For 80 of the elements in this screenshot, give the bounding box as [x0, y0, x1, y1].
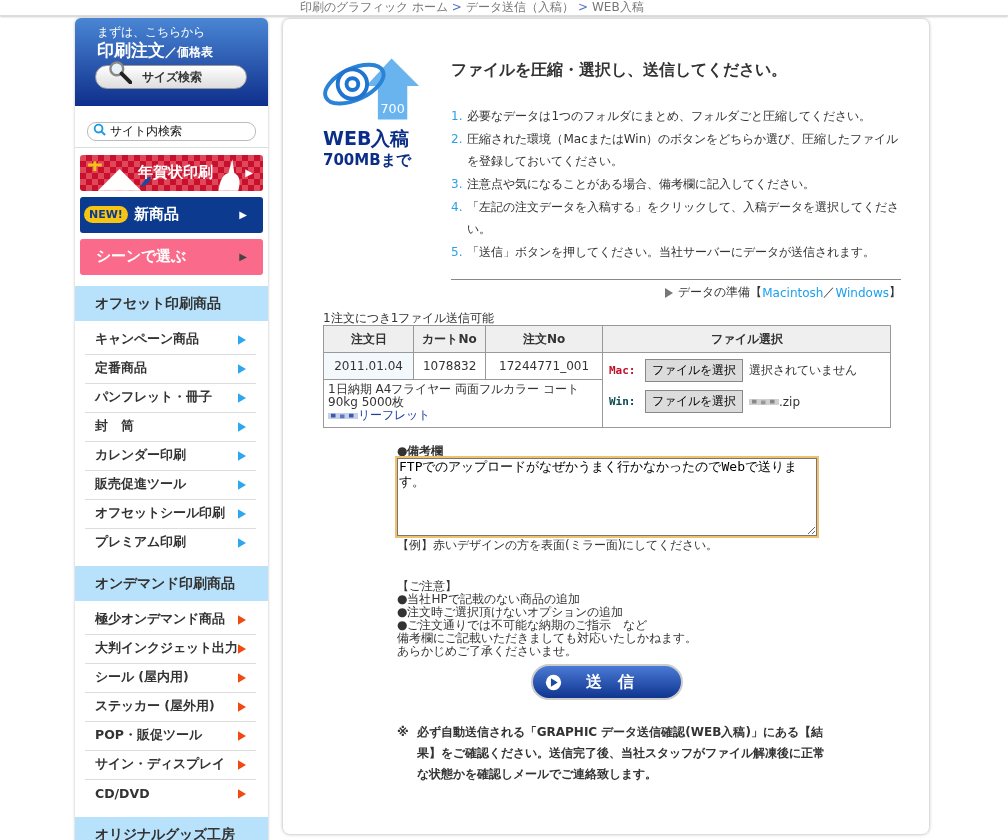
- example-text: 【例】赤いデザインの方を表面(ミラー面)にしてください。: [397, 538, 720, 552]
- step-number: 4.: [451, 199, 463, 216]
- magnifier-icon: [108, 60, 132, 84]
- notice-text: ●ご注文通りでは不可能な納期のご指示 など: [397, 619, 649, 632]
- product-link[interactable]: リーフレット: [358, 409, 430, 422]
- table-cell: 1078832: [413, 352, 486, 380]
- remarks-label: ●備考欄: [397, 444, 445, 458]
- section-header: オフセット印刷商品: [75, 285, 268, 321]
- site-search-field[interactable]: サイト内検索: [87, 121, 256, 141]
- category-link[interactable]: 大判インクジェット出力: [95, 640, 238, 657]
- breadcrumb-separator: >: [577, 0, 588, 15]
- table-cell: 2011.01.04: [323, 352, 414, 380]
- logo-title: WEB入稿: [323, 126, 410, 150]
- notice-text: 備考欄にご記載いただきましても対応いたしかねます。: [397, 632, 698, 645]
- category-link[interactable]: 封 筒: [95, 418, 134, 435]
- table-note: 1注文につき1ファイル送信可能: [323, 311, 496, 325]
- step-text: 「左記の注文データを入稿する」をクリックして、入稿データを選択してください。: [467, 199, 901, 238]
- step-number: 1.: [451, 108, 463, 125]
- category-link[interactable]: サイン・ディスプレイ: [95, 756, 225, 773]
- breadcrumb-separator: >: [451, 0, 462, 15]
- section-header: オリジナルグッズ工房: [75, 816, 268, 840]
- play-icon: [545, 673, 562, 691]
- category-link[interactable]: 定番商品: [95, 360, 147, 377]
- step-number: 5.: [451, 244, 463, 261]
- step-text: 「送信」ボタンを押してください。当社サーバーにデータが送信されます。: [467, 244, 876, 261]
- new-year-card-banner[interactable]: 年賀状印刷 ▶: [80, 154, 263, 191]
- category-link[interactable]: カレンダー印刷: [95, 447, 186, 464]
- note-mark: ※: [397, 724, 409, 741]
- notice-text: 【ご注意】: [397, 580, 458, 593]
- step-text: 圧縮された環境（MacまたはWin）のボタンをどちらか選び、圧縮したファイルを登録しておいてください。: [467, 131, 900, 170]
- breadcrumb-link[interactable]: 印刷のグラフィック ホーム: [300, 0, 448, 15]
- price-list-link[interactable]: ／価格表: [165, 44, 213, 61]
- step-text: 必要なデータは1つのフォルダにまとめ、フォルダごと圧縮してください。: [467, 108, 872, 125]
- column-header: カートNo: [413, 325, 486, 353]
- category-link[interactable]: POP・販促ツール: [95, 727, 202, 744]
- step-number: 2.: [451, 131, 463, 148]
- table-cell: 17244771_001: [485, 352, 603, 380]
- platform-label: Mac:: [609, 364, 637, 377]
- step-number: 3.: [451, 176, 463, 193]
- bracket: 】: [889, 284, 901, 301]
- new-products-banner[interactable]: NEW! 新商品 ▶: [80, 196, 263, 233]
- breadcrumb-link[interactable]: データ送信（入稿）: [465, 0, 574, 15]
- order-description: 90kg 5000枚: [328, 396, 406, 409]
- order-description: 1日納期 A4フライヤー 両面フルカラー コート: [328, 383, 580, 396]
- remarks-field[interactable]: FTPでのアップロードがなぜかうまく行かなかったのでWebで送ります。: [397, 458, 817, 536]
- new-badge: NEW!: [84, 206, 128, 223]
- order-caption: まずは、こちらから: [97, 26, 206, 39]
- logo-subtitle: 700MBまで: [323, 150, 411, 170]
- category-link[interactable]: シール (屋内用): [95, 669, 189, 686]
- category-link[interactable]: ステッカー (屋外用): [95, 698, 215, 715]
- order-title: 印刷注文: [97, 39, 165, 61]
- notice-text: あらかじめご了承くださいませ。: [397, 645, 578, 658]
- page-heading: ファイルを圧縮・選択し、送信してください。: [451, 60, 788, 81]
- choose-file-button[interactable]: ファイルを選択: [645, 359, 743, 382]
- column-header: 注文日: [323, 325, 414, 353]
- link-separator: ／: [823, 284, 836, 301]
- category-link[interactable]: オフセットシール印刷: [95, 505, 225, 522]
- arrow-icon: [665, 287, 674, 298]
- column-header: 注文No: [485, 325, 603, 353]
- step-text: 注意点や気になることがある場合、備考欄に記入してください。: [467, 176, 816, 193]
- notice-text: ●当社HPで記載のない商品の追加: [397, 593, 581, 606]
- choose-file-button[interactable]: ファイルを選択: [645, 390, 743, 413]
- breadcrumb-link[interactable]: WEB入稿: [591, 0, 644, 15]
- category-link[interactable]: キャンペーン商品: [95, 331, 199, 348]
- file-status: 選択されていません: [749, 362, 857, 379]
- submit-button[interactable]: 送 信: [531, 664, 683, 700]
- category-link[interactable]: プレミアム印刷: [95, 534, 186, 551]
- platform-label: Win:: [609, 395, 637, 408]
- search-icon: [93, 123, 106, 136]
- category-link[interactable]: 販売促進ツール: [95, 476, 186, 493]
- notice-text: ●注文時ご選択頂けないオプションの追加: [397, 606, 625, 619]
- footnote-text: 必ず自動送信される「GRAPHIC データ送信確認(WEB入稿)」にある【結果】をご確認ください。送信完了後、当社スタッフがファイル解凍後に正常な状態かを確認しメールでご連絡致します。: [416, 724, 826, 783]
- data-prep-label: データの準備【: [678, 284, 763, 301]
- category-link[interactable]: パンフレット・冊子: [95, 389, 212, 406]
- column-header: ファイル選択: [602, 325, 891, 353]
- category-link[interactable]: 極少オンデマンド商品: [95, 611, 225, 628]
- category-link[interactable]: CD/DVD: [95, 786, 150, 801]
- redacted-mark: [749, 396, 779, 407]
- section-header: オンデマンド印刷商品: [75, 565, 268, 601]
- file-status: .zip: [779, 394, 801, 409]
